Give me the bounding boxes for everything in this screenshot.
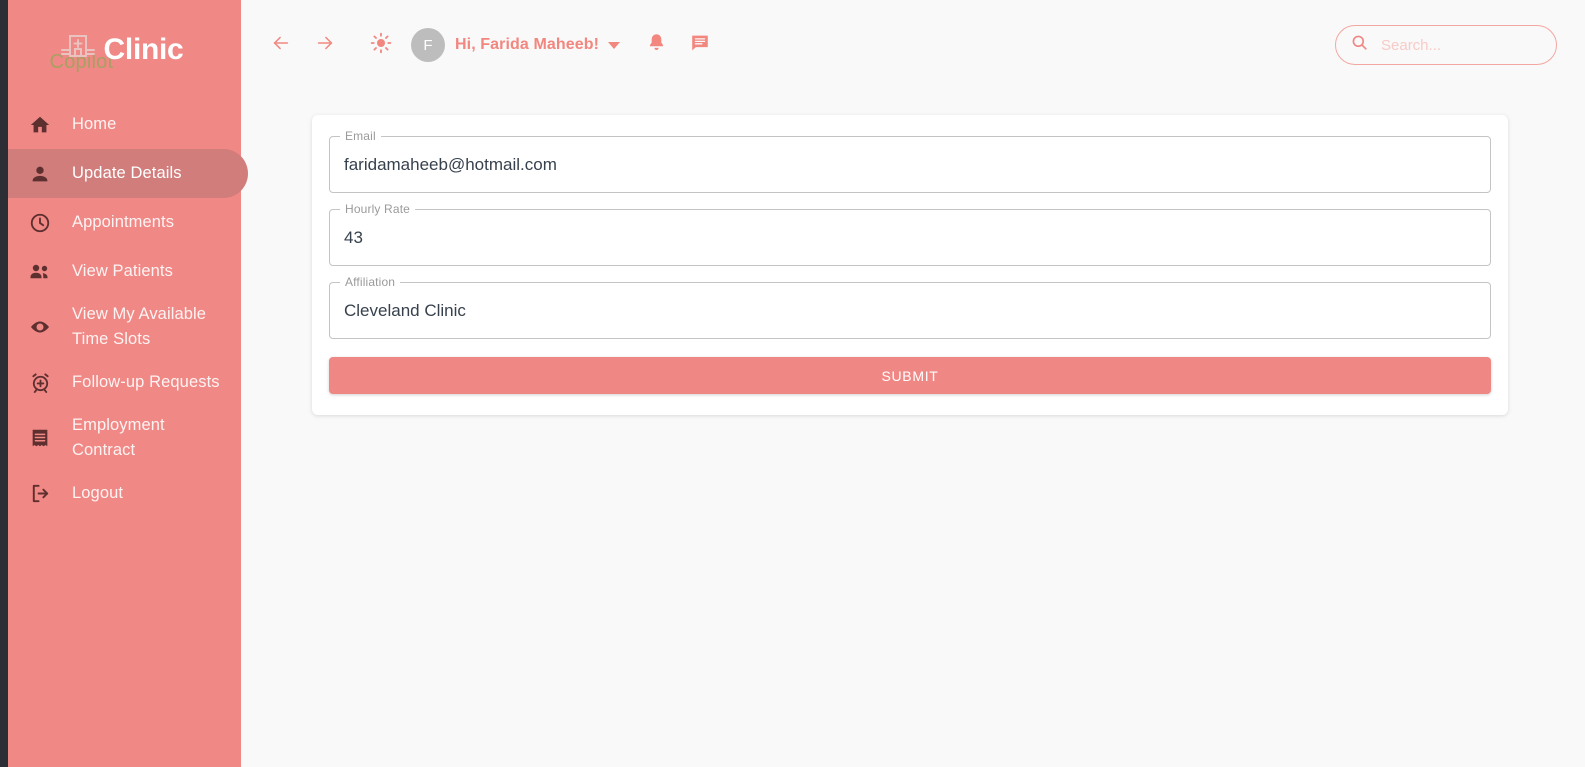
hourly-rate-field[interactable]	[344, 227, 1476, 248]
sidebar-item-follow-up-requests[interactable]: Follow-up Requests	[8, 358, 241, 407]
affiliation-field-group: Affiliation	[329, 275, 1491, 339]
submit-button[interactable]: SUBMIT	[329, 357, 1491, 394]
email-field-label: Email	[340, 129, 381, 143]
affiliation-field[interactable]	[344, 300, 1476, 321]
arrow-right-icon	[312, 32, 338, 59]
sidebar-item-label: Employment Contract	[72, 416, 165, 459]
sidebar-item-view-patients[interactable]: View Patients	[8, 247, 241, 296]
back-button[interactable]	[259, 23, 303, 67]
clock-icon	[8, 212, 72, 234]
eye-icon	[8, 315, 72, 339]
person-icon	[8, 163, 72, 185]
hourly-rate-field-label: Hourly Rate	[340, 202, 416, 216]
arrow-left-icon	[268, 32, 294, 59]
hourly-rate-field-box[interactable]	[329, 209, 1491, 266]
email-field-box[interactable]	[329, 136, 1491, 193]
sidebar-item-label: View My Available Time Slots	[72, 305, 207, 348]
affiliation-field-label: Affiliation	[340, 275, 401, 289]
brand-logo[interactable]: Copilot Clinic	[8, 4, 241, 96]
avatar[interactable]: F	[411, 28, 445, 62]
content-area: F Hi, Farida Maheeb! Search... faridamah…	[241, 0, 1585, 767]
sidebar: Copilot Clinic Home Update Details Appoi…	[8, 0, 248, 767]
main-content: Email Hourly Rate Affiliation SUBMIT	[241, 90, 1585, 767]
messages-button[interactable]	[678, 23, 722, 67]
sidebar-item-label: Follow-up Requests	[72, 373, 220, 391]
sidebar-item-view-my-available-time-slots[interactable]: View My Available Time Slots	[8, 296, 241, 358]
logout-icon	[8, 482, 72, 505]
greeting-text: Hi, Farida Maheeb!	[455, 36, 600, 53]
email-field[interactable]	[344, 154, 1476, 175]
sidebar-item-home[interactable]: Home	[8, 100, 241, 149]
search-input[interactable]	[1381, 36, 1542, 54]
message-icon	[689, 32, 711, 59]
email-field-group: Email	[329, 129, 1491, 193]
top-header: F Hi, Farida Maheeb!	[241, 0, 1585, 90]
sidebar-item-label: View Patients	[72, 262, 173, 280]
chevron-down-icon	[608, 41, 621, 49]
sidebar-item-employment-contract[interactable]: Employment Contract	[8, 407, 241, 469]
people-icon	[8, 260, 72, 284]
search-icon	[1350, 33, 1369, 57]
sidebar-item-update-details[interactable]: Update Details	[8, 149, 248, 198]
brand-name: Clinic	[103, 33, 184, 66]
theme-toggle-button[interactable]	[359, 23, 403, 67]
hourly-rate-field-group: Hourly Rate	[329, 202, 1491, 266]
hospital-icon	[58, 30, 98, 71]
sidebar-item-appointments[interactable]: Appointments	[8, 198, 241, 247]
sidebar-item-label: Logout	[72, 484, 124, 502]
sidebar-item-label: Update Details	[72, 164, 182, 182]
notifications-button[interactable]	[634, 23, 678, 67]
left-edge-rail	[0, 0, 8, 767]
sidebar-item-label: Appointments	[72, 213, 175, 231]
update-details-card: Email Hourly Rate Affiliation SUBMIT	[312, 115, 1508, 415]
search-box[interactable]	[1335, 25, 1557, 65]
user-menu[interactable]: Hi, Farida Maheeb!	[455, 36, 621, 54]
bell-icon	[646, 32, 667, 58]
alarm-plus-icon	[8, 371, 72, 394]
sun-icon	[369, 31, 393, 60]
sidebar-item-label: Home	[72, 115, 117, 133]
forward-button[interactable]	[303, 23, 347, 67]
sidebar-nav: Home Update Details Appointments View Pa…	[8, 100, 248, 518]
affiliation-field-box[interactable]	[329, 282, 1491, 339]
sidebar-item-logout[interactable]: Logout	[8, 469, 241, 518]
home-icon	[8, 114, 72, 136]
receipt-icon	[8, 427, 72, 449]
